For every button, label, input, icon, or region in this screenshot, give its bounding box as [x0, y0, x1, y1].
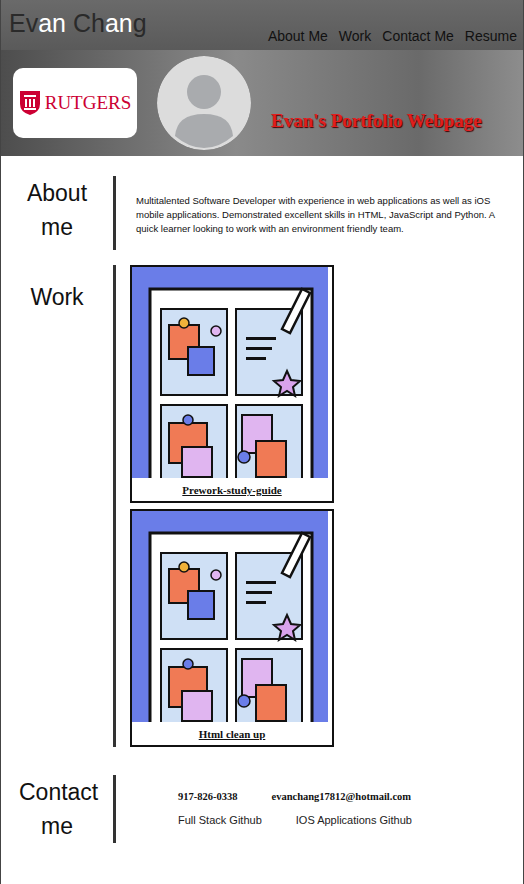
avatar: [157, 56, 251, 150]
site-logo[interactable]: Evan Chang: [9, 8, 147, 38]
main-content: About me Multitalented Software Developer…: [1, 156, 523, 863]
hero-title: Evan's Portfolio Webpage: [271, 110, 482, 132]
about-section: About me Multitalented Software Developer…: [1, 176, 513, 250]
contact-info: 917-826-0338 evanchang17812@hotmail.com: [178, 791, 412, 802]
about-content: Multitalented Software Developer with ex…: [113, 176, 513, 250]
phone-number: 917-826-0338: [178, 791, 238, 802]
study-board-icon: [132, 267, 328, 478]
nav-link[interactable]: About Me: [268, 28, 328, 44]
project-card[interactable]: Html clean up: [130, 509, 334, 747]
project-link[interactable]: Html clean up: [132, 722, 332, 745]
hero-banner: RUTGERS Evan's Portfolio Webpage: [1, 50, 523, 156]
contact-content: 917-826-0338 evanchang17812@hotmail.com Fu…: [113, 775, 412, 843]
project-link[interactable]: Prework-study-guide: [132, 478, 332, 501]
portfolio-page: Evan ChangAbout MeWorkContact MeResumeRU…: [0, 0, 524, 884]
school-name: RUTGERS: [45, 92, 132, 114]
logo-segment: Ev: [9, 9, 38, 37]
nav-link[interactable]: Contact Me: [382, 28, 454, 44]
github-link[interactable]: Full Stack Github: [178, 814, 262, 826]
contact-links: Full Stack Github IOS Applications Github: [178, 814, 412, 826]
person-icon: [157, 56, 251, 150]
project-card[interactable]: Prework-study-guide: [130, 265, 334, 503]
study-board-icon: [132, 511, 328, 722]
logo-segment: Ch: [66, 9, 105, 37]
logo-segment: an: [38, 9, 66, 37]
section-heading: Work: [1, 280, 113, 747]
about-text: Multitalented Software Developer with ex…: [136, 194, 513, 236]
nav-link[interactable]: Work: [339, 28, 371, 44]
shield-icon: [19, 90, 41, 116]
school-logo: RUTGERS: [13, 68, 137, 138]
contact-section: Contact me 917-826-0338 evanchang17812@hot…: [1, 775, 513, 843]
logo-segment: an: [105, 9, 133, 37]
email-address[interactable]: evanchang17812@hotmail.com: [272, 791, 412, 802]
logo-segment: g: [133, 9, 147, 37]
work-section: Work Prework-study-guide Html clean up: [1, 280, 513, 747]
top-bar: Evan ChangAbout MeWorkContact MeResume: [1, 0, 523, 50]
github-link[interactable]: IOS Applications Github: [296, 814, 412, 826]
section-heading: About me: [1, 176, 113, 250]
nav-link[interactable]: Resume: [465, 28, 517, 44]
section-heading: Contact me: [1, 775, 113, 843]
nav-bar: About Me Work Contact Me Resume: [268, 28, 517, 44]
work-list: Prework-study-guide Html clean up: [113, 265, 334, 747]
